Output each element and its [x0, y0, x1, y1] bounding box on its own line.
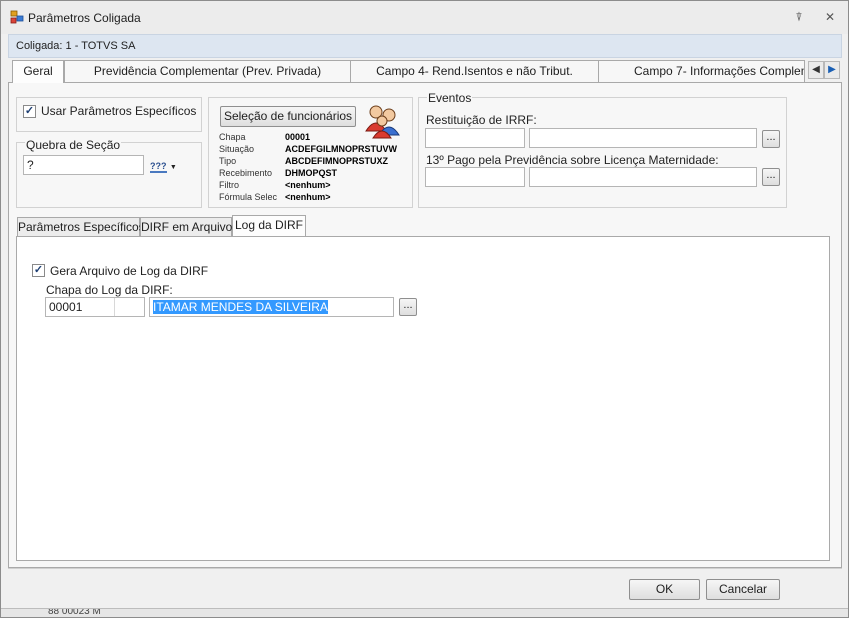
tab-scroll-right-icon[interactable]: ▶: [824, 61, 840, 79]
quebra-secao-selector-button[interactable]: ??? ▼: [150, 158, 180, 174]
selecao-funcionarios-button[interactable]: Seleção de funcionários: [220, 106, 356, 127]
restituicao-code-input[interactable]: [425, 128, 525, 148]
eventos-legend: Eventos: [427, 91, 473, 105]
quebra-secao-input[interactable]: ?: [23, 155, 144, 175]
tab-label: Previdência Complementar (Prev. Privada): [93, 64, 322, 78]
dialog-button-bar: OK Cancelar: [8, 568, 842, 608]
pago-previdencia-desc-input[interactable]: [529, 167, 757, 187]
chevron-down-icon: ▼: [169, 164, 177, 171]
selecao-field-label: Recebimento: [219, 168, 273, 178]
subtab-dirf-em-arquivo[interactable]: DIRF em Arquivo: [140, 217, 232, 237]
pago-previdencia-lookup-button[interactable]: ...: [762, 168, 780, 186]
subtab-label: Parâmetros Específicos: [18, 220, 145, 234]
eventos-group: Eventos Restituição de IRRF: ... 13º Pag…: [418, 91, 787, 208]
gera-log-label: Gera Arquivo de Log da DIRF: [50, 264, 209, 278]
quebra-secao-selector-text: ???: [150, 161, 167, 173]
selecao-field-label: Situação: [219, 144, 255, 154]
tab-label: Campo 7- Informações Complementares: [634, 64, 804, 78]
usar-parametros-checkbox[interactable]: ✓: [23, 105, 36, 118]
tab-scroll-left-icon[interactable]: ◀: [808, 61, 824, 79]
tab-label: Geral: [23, 64, 53, 78]
coligada-bar: Coligada: 1 - TOTVS SA: [8, 34, 842, 58]
selecao-field-label: Filtro: [219, 180, 239, 190]
divider: [114, 298, 115, 316]
chapa-log-lookup-button[interactable]: ...: [399, 298, 417, 316]
pago-previdencia-code-input[interactable]: [425, 167, 525, 187]
selecao-row: Situação ACDEFGILMNOPRSTUVW: [219, 144, 409, 156]
selecao-row: Filtro <nenhum>: [219, 180, 409, 192]
background-window-strip: 88 00023 M: [0, 608, 849, 618]
quebra-secao-label: Quebra de Seção: [25, 138, 122, 152]
selecao-row: Recebimento DHMOPQST: [219, 168, 409, 180]
background-row-text: 88 00023 M: [48, 608, 101, 617]
selecao-row: Tipo ABCDEFIMNOPRSTUXZ: [219, 156, 409, 168]
selecao-field-value: ABCDEFIMNOPRSTUXZ: [285, 156, 388, 166]
selecao-field-value: <nenhum>: [285, 180, 331, 190]
subtab-log-da-dirf[interactable]: Log da DIRF: [232, 215, 306, 236]
chapa-log-value: 00001: [49, 300, 83, 314]
selecao-row: Fórmula Selec <nenhum>: [219, 192, 409, 204]
selecao-field-value: ACDEFGILMNOPRSTUVW: [285, 144, 397, 154]
quebra-secao-group: Quebra de Seção ? ??? ▼: [16, 138, 202, 208]
restituicao-desc-input[interactable]: [529, 128, 757, 148]
title-bar: Parâmetros Coligada ⍒ ✕: [0, 0, 849, 34]
coligada-label: Coligada: 1 - TOTVS SA: [16, 40, 136, 52]
selecao-group: Seleção de funcionários Chapa 00001 Situa…: [208, 97, 413, 208]
tab-campo4[interactable]: Campo 4- Rend.Isentos e não Tribut.: [350, 60, 599, 82]
chapa-log-input[interactable]: 00001: [45, 297, 145, 317]
close-icon[interactable]: ✕: [821, 8, 839, 26]
subtab-parametros-especificos[interactable]: Parâmetros Específicos: [17, 217, 145, 237]
tab-campo7[interactable]: Campo 7- Informações Complementares: [598, 60, 805, 82]
selecao-field-value: <nenhum>: [285, 192, 331, 202]
pago-previdencia-label: 13º Pago pela Previdência sobre Licença …: [426, 153, 719, 167]
sub-tabstrip: Parâmetros Específicos DIRF em Arquivo L…: [16, 215, 830, 237]
cancel-button[interactable]: Cancelar: [706, 579, 780, 600]
tab-label: Campo 4- Rend.Isentos e não Tribut.: [376, 64, 573, 78]
app-icon: [10, 10, 24, 24]
restituicao-lookup-button[interactable]: ...: [762, 130, 780, 148]
restituicao-label: Restituição de IRRF:: [426, 113, 537, 127]
nome-log-input[interactable]: ITAMAR MENDES DA SILVEIRA: [149, 297, 394, 317]
log-dirf-panel: ✓ Gera Arquivo de Log da DIRF Chapa do L…: [16, 236, 830, 561]
window-title: Parâmetros Coligada: [28, 11, 141, 25]
selecao-row: Chapa 00001: [219, 132, 409, 144]
selecao-field-label: Chapa: [219, 132, 246, 142]
selecao-details: Chapa 00001 Situação ACDEFGILMNOPRSTUVW Ti…: [219, 132, 409, 204]
selecao-field-value: 00001: [285, 132, 311, 142]
subtab-label: Log da DIRF: [234, 218, 304, 232]
usar-parametros-group: ✓ Usar Parâmetros Específicos: [16, 97, 202, 132]
nome-log-value: ITAMAR MENDES DA SILVEIRA: [153, 300, 328, 314]
selecao-field-label: Tipo: [219, 156, 237, 166]
selecao-field-label: Fórmula Selec: [219, 192, 278, 202]
pin-icon[interactable]: ⍒: [790, 8, 808, 26]
tab-previdencia[interactable]: Previdência Complementar (Prev. Privada): [64, 60, 351, 82]
gera-log-checkbox[interactable]: ✓: [32, 264, 45, 277]
main-tabstrip: Geral Previdência Complementar (Prev. Pr…: [8, 60, 842, 83]
ok-button[interactable]: OK: [629, 579, 700, 600]
subtab-label: DIRF em Arquivo: [141, 220, 233, 234]
usar-parametros-label: Usar Parâmetros Específicos: [41, 104, 197, 118]
selecao-field-value: DHMOPQST: [285, 168, 338, 178]
chapa-log-label: Chapa do Log da DIRF:: [46, 283, 173, 297]
tab-geral[interactable]: Geral: [12, 60, 64, 83]
